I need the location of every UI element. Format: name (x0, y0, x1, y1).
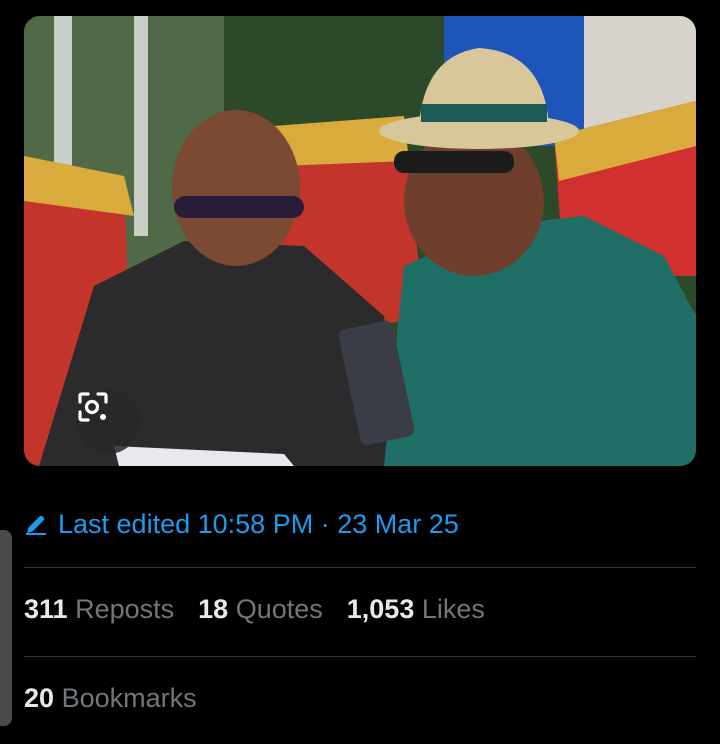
quotes-stat[interactable]: 18 Quotes (198, 594, 323, 625)
reposts-count: 311 (24, 594, 68, 624)
engagement-stats: 311 Reposts 18 Quotes 1,053 Likes (24, 594, 485, 625)
edited-label: Last edited (58, 508, 191, 539)
visual-search-icon (78, 392, 108, 422)
divider-top (24, 567, 696, 568)
bookmarks-count: 20 (24, 683, 55, 713)
post-photo[interactable] (24, 16, 696, 466)
last-edited-link[interactable]: Last edited 10:58 PM · 23 Mar 25 (24, 506, 459, 542)
bookmarks-stat[interactable]: 20 Bookmarks (24, 683, 197, 714)
edited-date: 23 Mar 25 (337, 508, 459, 539)
reposts-label: Reposts (75, 594, 175, 624)
likes-count: 1,053 (346, 594, 415, 624)
visual-search-button[interactable] (76, 390, 140, 454)
divider-middle (24, 656, 696, 657)
quotes-label: Quotes (235, 594, 323, 624)
quotes-count: 18 (198, 594, 229, 624)
edit-pencil-icon (26, 515, 46, 535)
edge-handle (0, 530, 12, 726)
reposts-stat[interactable]: 311 Reposts (24, 594, 174, 625)
edited-time: 10:58 PM (197, 508, 314, 539)
bookmarks-label: Bookmarks (61, 683, 197, 713)
likes-label: Likes (421, 594, 485, 624)
likes-stat[interactable]: 1,053 Likes (347, 594, 485, 625)
edited-separator: · (320, 508, 330, 539)
